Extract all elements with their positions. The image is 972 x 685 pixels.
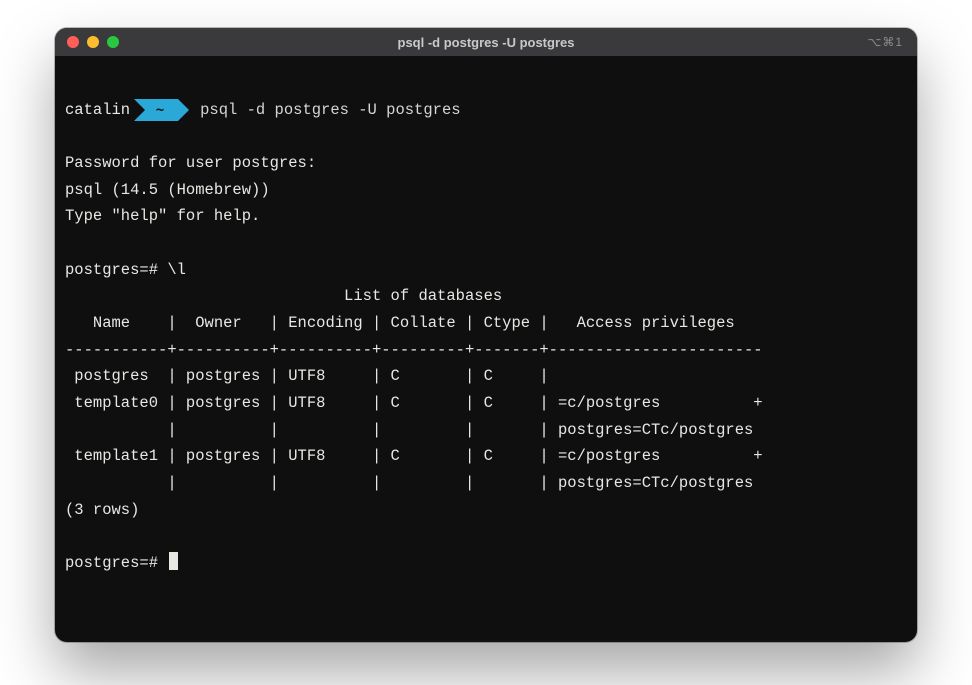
table-row: | | | | | postgres=CTc/postgres bbox=[65, 474, 753, 492]
terminal-body[interactable]: catalin ~ psql -d postgres -U postgres Pas… bbox=[55, 56, 917, 642]
output-line: psql (14.5 (Homebrew)) bbox=[65, 181, 270, 199]
cursor-icon bbox=[169, 552, 178, 570]
table-row: template0 | postgres | UTF8 | C | C | =c… bbox=[65, 394, 763, 412]
prompt-user: catalin bbox=[65, 97, 134, 124]
minimize-icon[interactable] bbox=[87, 36, 99, 48]
table-row: | | | | | postgres=CTc/postgres bbox=[65, 421, 753, 439]
close-icon[interactable] bbox=[67, 36, 79, 48]
traffic-lights bbox=[67, 36, 119, 48]
window-title: psql -d postgres -U postgres bbox=[55, 35, 917, 50]
prompt-command: psql -d postgres -U postgres bbox=[190, 97, 460, 124]
table-row: postgres | postgres | UTF8 | C | C | bbox=[65, 367, 558, 385]
prompt-path-chevron-icon: ~ bbox=[134, 99, 190, 121]
shortcut-hint: ⌥⌘1 bbox=[867, 35, 903, 49]
table-header: Name | Owner | Encoding | Collate | Ctyp… bbox=[65, 314, 763, 332]
table-separator: -----------+----------+----------+------… bbox=[65, 341, 763, 359]
table-title: List of databases bbox=[65, 287, 502, 305]
output-line: Password for user postgres: bbox=[65, 154, 316, 172]
table-row: template1 | postgres | UTF8 | C | C | =c… bbox=[65, 447, 763, 465]
prompt-path-symbol: ~ bbox=[156, 102, 164, 118]
output-line: Type "help" for help. bbox=[65, 207, 260, 225]
psql-prompt: postgres=# bbox=[65, 554, 167, 572]
psql-prompt: postgres=# \l bbox=[65, 261, 186, 279]
row-count: (3 rows) bbox=[65, 501, 139, 519]
shell-prompt-line: catalin ~ psql -d postgres -U postgres bbox=[65, 97, 907, 124]
titlebar: psql -d postgres -U postgres ⌥⌘1 bbox=[55, 28, 917, 56]
terminal-window: psql -d postgres -U postgres ⌥⌘1 catalin… bbox=[55, 28, 917, 642]
zoom-icon[interactable] bbox=[107, 36, 119, 48]
